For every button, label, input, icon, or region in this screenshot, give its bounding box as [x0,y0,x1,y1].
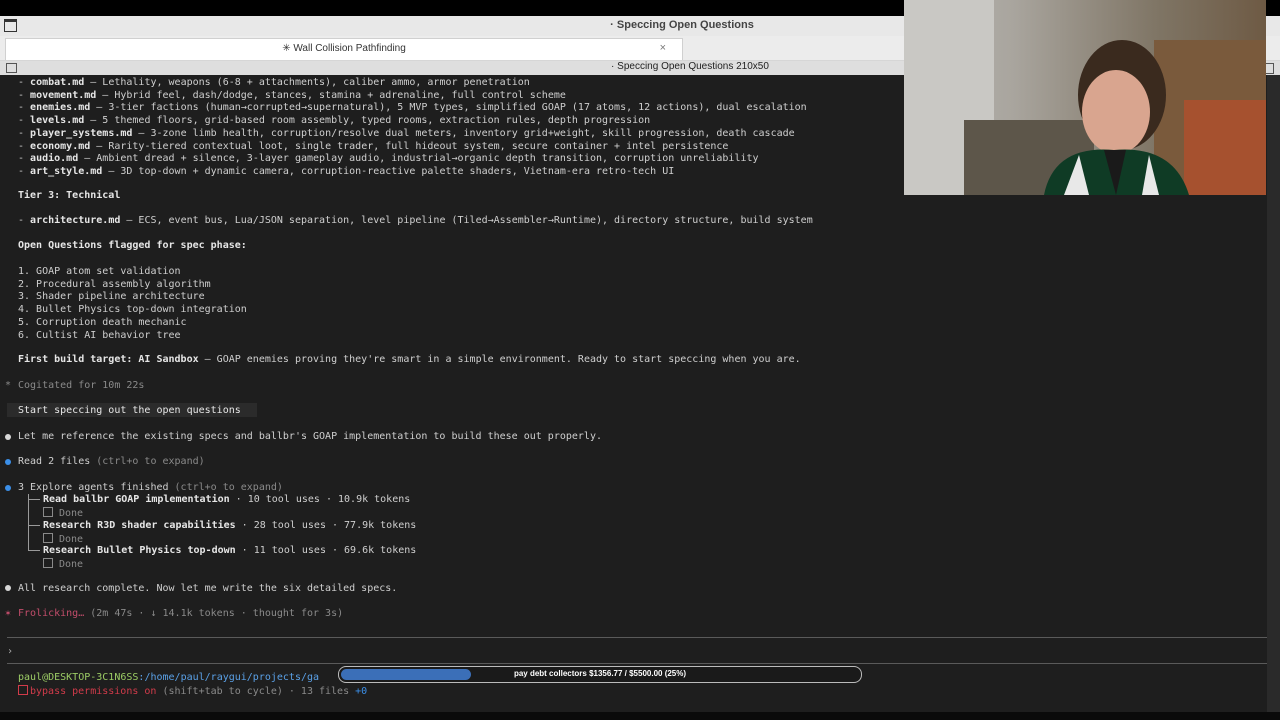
agent-stats: · 11 tool uses · 69.6k tokens [235,545,417,556]
agent-status: Done [59,559,84,570]
agent-status-row: Done [43,507,83,520]
spec-file-name: levels.md [30,115,85,127]
tab-wall-collision[interactable]: ✳ Wall Collision Pathfinding × [5,38,683,60]
spec-line: - player_systems.md — 3-zone limb health… [18,127,795,139]
spec-line: - combat.md — Lethality, weapons (6-8 + … [18,77,530,88]
agent-status-icon [43,558,53,568]
spec-file-name: audio.md [30,153,79,165]
agent-title: Research Bullet Physics top-down [43,545,236,556]
agent-status: Done [59,533,84,545]
agent-row: Research Bullet Physics top-down · 11 to… [43,545,416,557]
first-build-label: First build target: AI Sandbox [18,354,199,365]
explore-line[interactable]: 3 Explore agents finished (ctrl+o to exp… [18,482,283,494]
prompt-input[interactable]: › [7,646,13,658]
spec-desc: — Hybrid feel, dash/dodge, stances, stam… [96,89,566,101]
agent-row: Research R3D shader capabilities · 28 to… [43,520,416,532]
frolicking-stats: (2m 47s · ↓ 14.1k tokens · thought for 3… [84,608,344,619]
scrollbar[interactable] [1267,75,1280,720]
asterisk-icon: * [5,380,12,391]
arch-desc: — ECS, event bus, Lua/JSON separation, l… [120,215,813,226]
explore-head: 3 Explore agents finished [18,482,169,493]
tree-connector [28,494,37,551]
spec-desc: — Lethality, weapons (6-8 + attachments)… [84,77,530,88]
bullet-icon [5,585,11,591]
bypass-text: bypass permissions on [30,686,157,697]
progress-bar: pay debt collectors $1356.77 / $5500.00 … [338,666,862,683]
agent-status-row: Done [43,532,84,546]
close-icon[interactable]: × [660,42,666,54]
agent-status-icon [43,507,53,517]
spec-file-name: movement.md [30,89,97,101]
input-separator-top [7,637,1280,638]
agent-status-row: Done [43,558,83,571]
spec-line: - art_style.md — 3D top-down + dynamic c… [18,165,675,177]
spec-desc: — 3D top-down + dynamic camera, corrupti… [102,165,675,177]
tier3-heading: Tier 3: Technical [18,190,121,201]
bottom-edge [0,712,1280,720]
bypass-icon [18,685,28,695]
spec-line: - audio.md — Ambient dread + silence, 3-… [18,153,759,165]
status-line: Frolicking… (2m 47s · ↓ 14.1k tokens · t… [18,608,343,620]
bypass-rest: (shift+tab to cycle) · 13 files [156,686,356,697]
tool-bullet-icon [5,485,11,491]
read-hint: (ctrl+o to expand) [90,456,205,467]
tree-branch [28,550,40,551]
open-question-item: 6. Cultist AI behavior tree [18,329,181,341]
spec-desc: — Rarity-tiered contextual loot, single … [90,140,729,152]
open-question-item: 2. Procedural assembly algorithm [18,278,211,290]
files-added: +0 [355,686,368,697]
user-message: Start speccing out the open questions [18,405,241,416]
webcam-overlay [904,0,1266,195]
spec-desc: — Ambient dread + silence, 3-layer gamep… [78,153,759,165]
open-questions-heading: Open Questions flagged for spec phase: [18,240,247,251]
open-question-item: 4. Bullet Physics top-down integration [18,304,247,316]
agent-status: Done [59,508,84,519]
path-user: paul@DESKTOP-3C1N6SS [18,672,139,683]
spec-desc: — 5 themed floors, grid-based room assem… [84,115,651,127]
reply-1: Let me reference the existing specs and … [18,431,602,442]
bullet-icon [5,434,11,440]
spec-file-name: player_systems.md [30,127,133,139]
open-question-item: 5. Corruption death mechanic [18,316,187,328]
arch-line: - architecture.md — ECS, event bus, Lua/… [18,215,813,226]
agent-status-icon [43,532,53,543]
frolicking-text: Frolicking… [18,608,85,619]
agent-stats: · 10 tool uses · 10.9k tokens [229,494,411,505]
spec-line: - economy.md — Rarity-tiered contextual … [18,140,729,152]
first-build-line: First build target: AI Sandbox — GOAP en… [18,354,801,366]
spec-file-name: enemies.md [30,102,91,114]
spec-line: - movement.md — Hybrid feel, dash/dodge,… [18,89,566,101]
spec-line: - enemies.md — 3-tier factions (human→co… [18,102,807,114]
agent-row: Read ballbr GOAP implementation · 10 too… [43,494,410,506]
spec-file-name: art_style.md [30,165,103,177]
webcam-image [904,0,1266,195]
first-build-text: — GOAP enemies proving they're smart in … [198,354,801,365]
research-complete: All research complete. Now let me write … [18,583,398,594]
arch-name: architecture.md [30,215,121,226]
tool-bullet-icon [5,459,11,465]
tree-branch [28,499,40,500]
read-files: Read 2 files [18,456,91,467]
spec-line: - levels.md — 5 themed floors, grid-base… [18,115,651,127]
explore-hint: (ctrl+o to expand) [168,482,283,493]
spinner-icon: ✶ [5,608,12,619]
path-dir: :/home/paul/raygui/projects/ga [138,672,320,683]
spec-desc: — 3-zone limb health, corruption/resolve… [132,127,795,139]
spec-file-name: economy.md [30,140,91,152]
cogitated-text: Cogitated for 10m 22s [18,380,145,391]
agent-title: Read ballbr GOAP implementation [43,494,230,505]
read-files-line[interactable]: Read 2 files (ctrl+o to expand) [18,456,205,468]
shell-path-line: paul@DESKTOP-3C1N6SS:/home/paul/raygui/p… [18,672,319,684]
tab-label: ✳ Wall Collision Pathfinding [282,43,406,54]
tree-branch [28,524,40,526]
open-question-item: 3. Shader pipeline architecture [18,291,205,303]
agent-title: Research R3D shader capabilities [43,519,236,531]
input-separator-bottom [7,663,1280,664]
bypass-line[interactable]: bypass permissions on (shift+tab to cycl… [18,685,367,698]
spec-desc: — 3-tier factions (human→corrupted→super… [90,102,807,114]
progress-label: pay debt collectors $1356.77 / $5500.00 … [513,669,687,678]
open-question-item: 1. GOAP atom set validation [18,266,181,277]
spec-file-name: combat.md [30,77,85,88]
agent-stats: · 28 tool uses · 77.9k tokens [235,519,417,531]
